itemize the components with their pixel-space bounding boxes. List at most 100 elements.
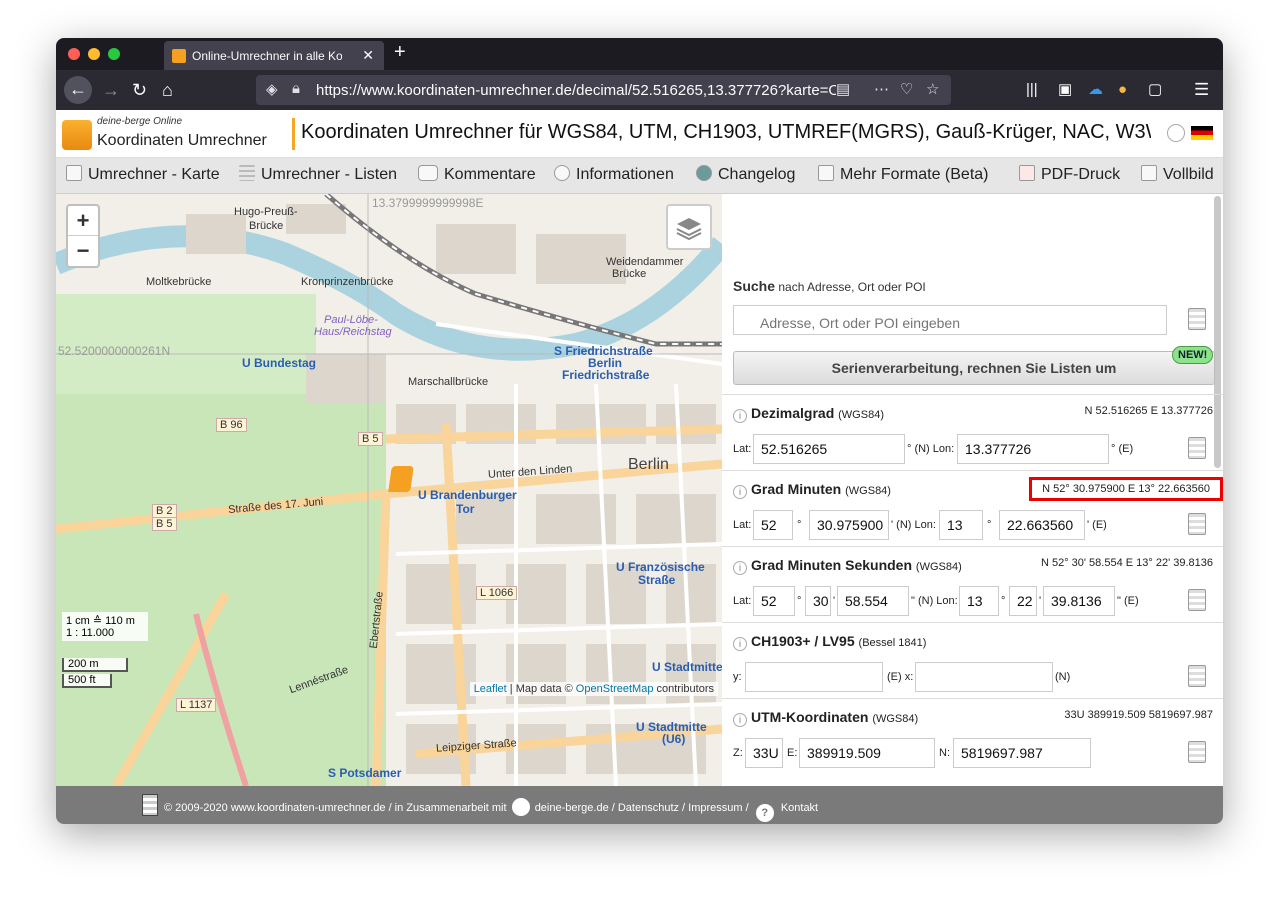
scale-ratio: 1 : 11.000	[66, 627, 115, 639]
unit-label: " (E)	[1117, 595, 1139, 607]
map-label: Paul-Löbe-	[324, 314, 378, 326]
zoom-in-button[interactable]: +	[68, 206, 98, 236]
lock-icon[interactable]: 🔒︎	[292, 80, 300, 97]
info-icon[interactable]: i	[733, 561, 747, 575]
menu-item-changelog[interactable]: Changelog	[696, 165, 795, 184]
ch-y-input[interactable]	[745, 662, 883, 692]
brand-small: deine-berge Online	[97, 116, 183, 127]
active-tab[interactable]: Online-Umrechner in alle Koordinaten ✕	[164, 41, 384, 70]
menu-item-mehr-formate[interactable]: Mehr Formate (Beta)	[818, 165, 988, 184]
lon-input[interactable]: 13.377726	[957, 434, 1109, 464]
forward-icon[interactable]: →	[102, 78, 120, 102]
layers-button[interactable]	[666, 204, 712, 250]
menu-item-listen[interactable]: Umrechner - Listen	[239, 165, 397, 184]
menu-item-kommentare[interactable]: Kommentare	[418, 165, 536, 184]
lat-degree-input[interactable]: 52	[753, 586, 795, 616]
calculator-icon[interactable]	[1188, 308, 1206, 330]
map[interactable]: + − 13.3799999999998E 52.5200000000261N …	[56, 194, 722, 786]
railway-dash	[325, 194, 722, 345]
location-marker-icon[interactable]	[388, 466, 414, 492]
section-title: i UTM-Koordinaten (WGS84)	[733, 709, 918, 727]
map-label: B 5	[358, 432, 383, 446]
search-heading: Suche nach Adresse, Ort oder POI	[733, 278, 926, 294]
serien-button[interactable]: Serienverarbeitung, rechnen Sie Listen u…	[733, 351, 1215, 385]
maximize-window-icon[interactable]	[108, 48, 120, 60]
search-input[interactable]	[733, 305, 1167, 335]
info-icon[interactable]: i	[733, 713, 747, 727]
calculator-icon	[818, 165, 834, 181]
home-icon[interactable]: ⌂	[162, 78, 173, 102]
lon-degree-input[interactable]: 13	[959, 586, 999, 616]
new-tab-icon[interactable]: +	[394, 41, 406, 64]
lat-input[interactable]: 52.516265	[753, 434, 905, 464]
leaflet-link[interactable]: Leaflet	[474, 683, 507, 695]
footer-links[interactable]: deine-berge.de / Datenschutz / Impressum…	[535, 802, 749, 814]
section-utm: i UTM-Koordinaten (WGS84) 33U 389919.509 …	[722, 698, 1223, 786]
map-label: U Brandenburger	[418, 488, 517, 502]
info-icon[interactable]: i	[733, 409, 747, 423]
lon-degree-input[interactable]: 13	[939, 510, 983, 540]
logo-icon[interactable]	[62, 120, 92, 150]
calculator-icon[interactable]	[1188, 589, 1206, 611]
minimize-window-icon[interactable]	[88, 48, 100, 60]
osm-link[interactable]: OpenStreetMap	[576, 683, 654, 695]
url-bar[interactable]: ◈ 🔒︎ https://www.koordinaten-umrechner.d…	[256, 75, 951, 105]
menu-item-karte[interactable]: Umrechner - Karte	[66, 165, 220, 184]
lat-degree-input[interactable]: 52	[753, 510, 793, 540]
extension-icon[interactable]: ●	[1118, 78, 1127, 102]
url-text[interactable]: https://www.koordinaten-umrechner.de/dec…	[316, 82, 836, 99]
footer-text: © 2009-2020 www.koordinaten-umrechner.de…	[164, 798, 818, 822]
footer-copyright[interactable]: © 2009-2020 www.koordinaten-umrechner.de…	[164, 802, 507, 814]
pocket-icon[interactable]: ♡	[900, 80, 913, 98]
map-label: Kronprinzenbrücke	[301, 276, 394, 288]
extension-icon-2[interactable]: ▢	[1148, 78, 1162, 102]
lon-second-input[interactable]: 39.8136	[1043, 586, 1115, 616]
calculator-icon[interactable]	[1188, 665, 1206, 687]
scale-bar-imperial: 500 ft	[62, 674, 112, 688]
utm-east-input[interactable]: 389919.509	[799, 738, 935, 768]
reload-icon[interactable]: ↻	[132, 78, 147, 102]
calculator-icon[interactable]	[1188, 513, 1206, 535]
brand-name[interactable]: Koordinaten Umrechner	[97, 132, 267, 150]
tab-close-icon[interactable]: ✕	[362, 47, 374, 64]
close-window-icon[interactable]	[68, 48, 80, 60]
section-grad-minuten-sekunden: i Grad Minuten Sekunden (WGS84) N 52° 30'…	[722, 546, 1223, 622]
library-icon[interactable]: |||	[1026, 78, 1038, 102]
zoom-out-button[interactable]: −	[68, 236, 98, 266]
info-icon[interactable]: i	[733, 485, 747, 499]
bookmark-star-icon[interactable]: ☆	[926, 80, 939, 98]
map-label: Brücke	[612, 268, 647, 280]
page-actions-icon[interactable]: ⋯	[874, 80, 889, 98]
footer-contact[interactable]: Kontakt	[781, 802, 818, 814]
menu-item-vollbild[interactable]: Vollbild	[1141, 165, 1214, 184]
calculator-icon[interactable]	[1188, 741, 1206, 763]
shield-icon[interactable]: ◈	[266, 80, 278, 98]
info-icon[interactable]: i	[733, 637, 747, 651]
menu-item-informationen[interactable]: Informationen	[554, 165, 674, 184]
ch-x-input[interactable]	[915, 662, 1053, 692]
lat-minute-input[interactable]: 30	[805, 586, 831, 616]
lon-minute-input[interactable]: 22.663560	[999, 510, 1085, 540]
menu-item-pdf-druck[interactable]: PDF-Druck	[1019, 165, 1120, 184]
clock-icon	[696, 165, 712, 181]
section-summary: N 52° 30' 58.554 E 13° 22' 39.8136	[1040, 557, 1213, 569]
menu-icon[interactable]: ☰	[1194, 78, 1209, 102]
section-title: i Dezimalgrad (WGS84)	[733, 405, 884, 423]
utm-north-input[interactable]: 5819697.987	[953, 738, 1091, 768]
user-icon[interactable]	[1167, 124, 1185, 142]
lat-minute-input[interactable]: 30.975900	[809, 510, 889, 540]
lat-second-input[interactable]: 58.554	[837, 586, 909, 616]
search-subtitle: nach Adresse, Ort oder POI	[778, 280, 926, 294]
lon-minute-input[interactable]: 22	[1009, 586, 1037, 616]
cloud-icon[interactable]: ☁	[1088, 78, 1103, 102]
calculator-icon[interactable]	[1188, 437, 1206, 459]
reader-view-icon[interactable]: ▤	[836, 80, 850, 98]
german-flag-icon[interactable]	[1191, 126, 1213, 140]
sidebar-icon[interactable]: ▣	[1058, 78, 1072, 102]
back-icon[interactable]: ←	[64, 76, 92, 104]
menu-label: Kommentare	[444, 166, 536, 183]
map-attribution: Leaflet | Map data © OpenStreetMap contr…	[469, 682, 718, 696]
map-label: Weidendammer	[606, 256, 684, 268]
header-divider	[292, 118, 295, 150]
utm-zone-input[interactable]: 33U	[745, 738, 783, 768]
